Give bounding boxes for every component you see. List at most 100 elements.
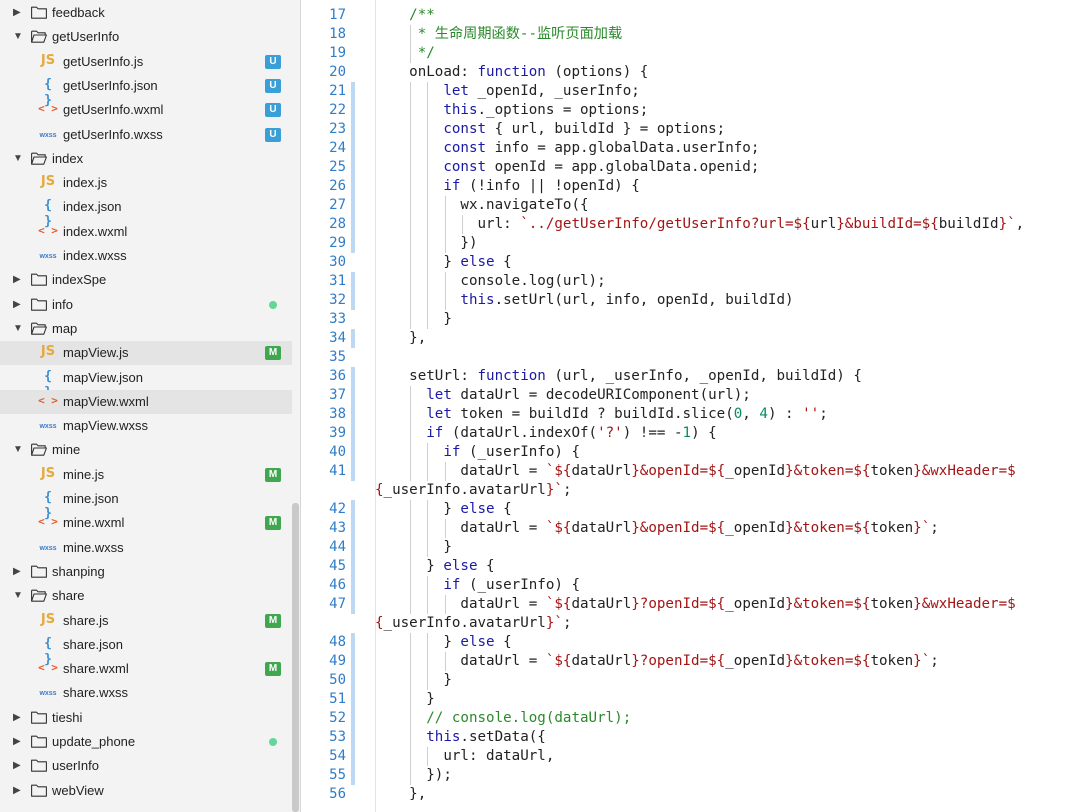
code-token: } (375, 539, 452, 555)
folder-row[interactable]: ▶ update_phone (0, 730, 292, 754)
file-row[interactable]: JS getUserInfo.js U (0, 50, 292, 74)
code-line[interactable]: dataUrl = `${dataUrl}&openId=${_openId}&… (375, 462, 1015, 481)
code-line[interactable]: } else { (375, 557, 494, 576)
folder-label: map (52, 320, 78, 336)
code-line[interactable]: onLoad: function (options) { (375, 63, 648, 82)
code-line[interactable]: this.setData({ (375, 728, 546, 747)
line-number: 41 (329, 463, 346, 479)
folder-row[interactable]: ▼ map (0, 317, 292, 341)
file-label: share.json (63, 636, 123, 652)
file-row[interactable]: { } share.json (0, 633, 292, 667)
wxml-file-icon: < > (38, 661, 58, 675)
folder-row[interactable]: ▼ index (0, 147, 292, 171)
folder-row[interactable]: ▼ mine (0, 438, 292, 462)
chevron-right-icon[interactable]: ▶ (13, 759, 21, 773)
code-line[interactable]: const info = app.globalData.userInfo; (375, 139, 759, 158)
chevron-right-icon[interactable]: ▶ (13, 735, 21, 749)
file-row[interactable]: wxss share.wxss (0, 681, 292, 705)
code-line[interactable]: dataUrl = `${dataUrl}&openId=${_openId}&… (375, 519, 938, 538)
folder-row[interactable]: ▶ shanping (0, 560, 292, 584)
code-token: ) !== - (622, 425, 683, 441)
folder-row[interactable]: ▶ feedback (0, 1, 292, 25)
chevron-right-icon[interactable]: ▶ (13, 784, 21, 798)
chevron-down-icon[interactable]: ▼ (13, 30, 23, 44)
folder-row[interactable]: ▶ userInfo (0, 754, 292, 778)
code-line[interactable]: if (_userInfo) { (375, 443, 580, 462)
code-line[interactable]: } (375, 538, 452, 557)
chevron-right-icon[interactable]: ▶ (13, 298, 21, 312)
explorer-scrollbar[interactable] (292, 503, 299, 812)
code-line[interactable]: {_userInfo.avatarUrl}`; (375, 614, 571, 633)
code-line[interactable]: wx.navigateTo({ (375, 196, 588, 215)
file-row[interactable]: JS share.js M (0, 609, 292, 633)
modified-line-marker (351, 443, 355, 462)
chevron-right-icon[interactable]: ▶ (13, 711, 21, 725)
file-row[interactable]: < > mine.wxml M (0, 511, 292, 535)
chevron-down-icon[interactable]: ▼ (13, 443, 23, 457)
code-token: (options) { (545, 64, 649, 80)
code-line[interactable]: if (_userInfo) { (375, 576, 580, 595)
code-line[interactable]: // console.log(dataUrl); (375, 709, 631, 728)
folder-row[interactable]: ▶ tieshi (0, 706, 292, 730)
file-row[interactable]: wxss mine.wxss (0, 536, 292, 560)
code-line[interactable]: } else { (375, 500, 511, 519)
code-line[interactable]: {_userInfo.avatarUrl}`; (375, 481, 571, 500)
chevron-right-icon[interactable]: ▶ (13, 273, 21, 287)
folder-row[interactable]: ▼ share (0, 584, 292, 608)
code-line[interactable]: let _openId, _userInfo; (375, 82, 639, 101)
code-line[interactable]: let dataUrl = decodeURIComponent(url); (375, 386, 751, 405)
line-number: 56 (329, 786, 346, 802)
chevron-right-icon[interactable]: ▶ (13, 6, 21, 20)
file-row[interactable]: < > index.wxml (0, 220, 292, 244)
file-label: getUserInfo.js (63, 53, 144, 69)
file-row[interactable]: { }mapView.json (0, 366, 292, 400)
code-line[interactable]: dataUrl = `${dataUrl}?openId=${_openId}&… (375, 652, 938, 671)
file-row[interactable]: < > getUserInfo.wxml U (0, 98, 292, 122)
code-line[interactable]: setUrl: function (url, _userInfo, _openI… (375, 367, 862, 386)
file-row[interactable]: wxss getUserInfo.wxss U (0, 123, 292, 147)
code-line[interactable]: }, (375, 785, 426, 804)
code-line[interactable]: }); (375, 766, 452, 785)
code-line[interactable]: const openId = app.globalData.openid; (375, 158, 759, 177)
code-editor[interactable]: 1617 /**18 * 生命周期函数--监听页面加载19 */20 onLoa… (301, 0, 1080, 812)
folder-row[interactable]: ▶ info (0, 293, 292, 317)
folder-row[interactable]: ▶ webView (0, 779, 292, 803)
file-row[interactable]: { } getUserInfo.json U (0, 74, 292, 108)
code-line[interactable]: * 生命周期函数--监听页面加载 (375, 25, 622, 44)
code-line[interactable]: let token = buildId ? buildId.slice(0, 4… (375, 405, 828, 424)
folder-row[interactable]: ▶ indexSpe (0, 268, 292, 292)
code-line[interactable]: */ (375, 44, 435, 63)
code-line[interactable]: } (375, 690, 435, 709)
code-line[interactable]: url: `../getUserInfo/getUserInfo?url=${u… (375, 215, 1024, 234)
code-line[interactable]: if (!info || !openId) { (375, 177, 639, 196)
code-line[interactable]: }, (375, 329, 426, 348)
code-token: }` (998, 216, 1016, 232)
code-line[interactable]: } (375, 310, 452, 329)
chevron-down-icon[interactable]: ▼ (13, 152, 23, 166)
file-row[interactable]: < > share.wxml M (0, 657, 292, 681)
file-row[interactable]: JS mapView.js M (0, 341, 292, 366)
line-number: 38 (329, 406, 346, 422)
file-row[interactable]: { } index.json (0, 195, 292, 229)
code-token: let (426, 387, 452, 403)
file-row[interactable]: < > mapView.wxml (0, 389, 292, 414)
chevron-down-icon[interactable]: ▼ (13, 322, 23, 336)
file-row[interactable]: JS index.js (0, 171, 292, 195)
code-line[interactable]: dataUrl = `${dataUrl}?openId=${_openId}&… (375, 595, 1015, 614)
code-line[interactable]: url: dataUrl, (375, 747, 554, 766)
file-row[interactable]: wxss mapView.wxss (0, 414, 292, 438)
file-row[interactable]: JS mine.js M (0, 463, 292, 487)
code-line[interactable]: } else { (375, 253, 511, 272)
code-line[interactable]: } (375, 671, 452, 690)
code-line[interactable]: this.setUrl(url, info, openId, buildId) (375, 291, 793, 310)
folder-row[interactable]: ▼ getUserInfo (0, 25, 292, 49)
chevron-down-icon[interactable]: ▼ (13, 589, 23, 603)
chevron-right-icon[interactable]: ▶ (13, 565, 21, 579)
file-row[interactable]: wxss index.wxss (0, 244, 292, 268)
code-line[interactable]: /** (375, 6, 435, 25)
file-row[interactable]: { } mine.json (0, 487, 292, 521)
code-token: else (460, 634, 495, 650)
code-line[interactable]: } else { (375, 633, 511, 652)
code-line[interactable]: if (dataUrl.indexOf('?') !== -1) { (375, 424, 716, 443)
code-line[interactable]: this._options = options; (375, 101, 648, 120)
